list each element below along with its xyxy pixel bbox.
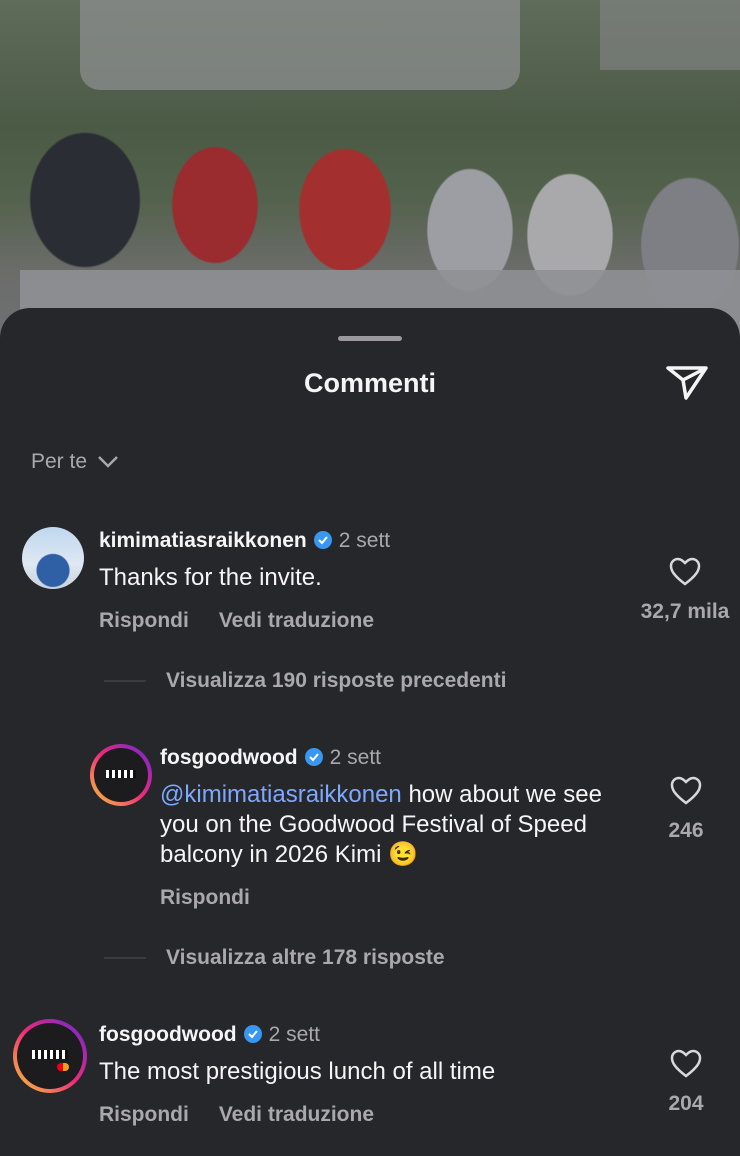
drag-handle[interactable] — [338, 336, 402, 341]
like-count: 204 — [668, 1092, 704, 1115]
comment-text: The most prestigious lunch of all time — [99, 1058, 496, 1085]
username[interactable]: fosgoodwood — [160, 746, 298, 769]
verified-badge-icon — [313, 531, 332, 549]
comment-time: 2 sett — [338, 529, 391, 552]
post-photo — [0, 0, 740, 360]
view-previous-replies-button[interactable]: Visualizza 190 risposte precedenti — [104, 669, 506, 693]
heart-icon[interactable] — [670, 1049, 702, 1079]
comment-text: @kimimatiasraikkonen how about we see yo… — [160, 780, 630, 870]
heart-icon[interactable] — [670, 776, 702, 806]
verified-badge-icon — [304, 748, 323, 766]
comment-time: 2 sett — [268, 1023, 321, 1046]
see-translation-button[interactable]: Vedi traduzione — [219, 609, 374, 632]
chevron-down-icon — [98, 456, 118, 468]
like-count: 32,7 mila — [640, 600, 730, 623]
username[interactable]: fosgoodwood — [99, 1023, 237, 1046]
reply-button[interactable]: Rispondi — [99, 609, 189, 632]
username[interactable]: kimimatiasraikkonen — [99, 529, 307, 552]
comment-text: Thanks for the invite. — [99, 564, 322, 591]
mention-link[interactable]: @kimimatiasraikkonen — [160, 781, 402, 808]
send-icon[interactable] — [664, 362, 710, 402]
sheet-title: Commenti — [303, 368, 436, 398]
sort-dropdown[interactable]: Per te — [31, 450, 119, 474]
like-count: 246 — [668, 819, 704, 842]
view-more-replies-button[interactable]: Visualizza altre 178 risposte — [104, 946, 445, 970]
comments-sheet: Commenti Per te kimimatiasraikkonen 2 set… — [0, 308, 740, 1156]
view-previous-label: Visualizza 190 risposte precedenti — [166, 669, 507, 692]
reply-item: fosgoodwood 2 sett @kimimatiasraikkonen h… — [0, 740, 740, 920]
reply-button[interactable]: Rispondi — [99, 1103, 189, 1126]
reply-button[interactable]: Rispondi — [160, 886, 250, 909]
see-translation-button[interactable]: Vedi traduzione — [219, 1103, 374, 1126]
heart-icon[interactable] — [669, 557, 701, 587]
comment-item: kimimatiasraikkonen 2 sett Thanks for the… — [0, 523, 740, 643]
comment-time: 2 sett — [329, 746, 382, 769]
verified-badge-icon — [243, 1025, 262, 1043]
avatar[interactable] — [22, 527, 84, 589]
avatar[interactable] — [13, 1019, 87, 1093]
sort-label: Per te — [31, 450, 88, 473]
avatar[interactable] — [90, 744, 152, 806]
comment-item: fosgoodwood 2 sett The most prestigious l… — [0, 1017, 740, 1137]
view-more-label: Visualizza altre 178 risposte — [166, 946, 445, 969]
